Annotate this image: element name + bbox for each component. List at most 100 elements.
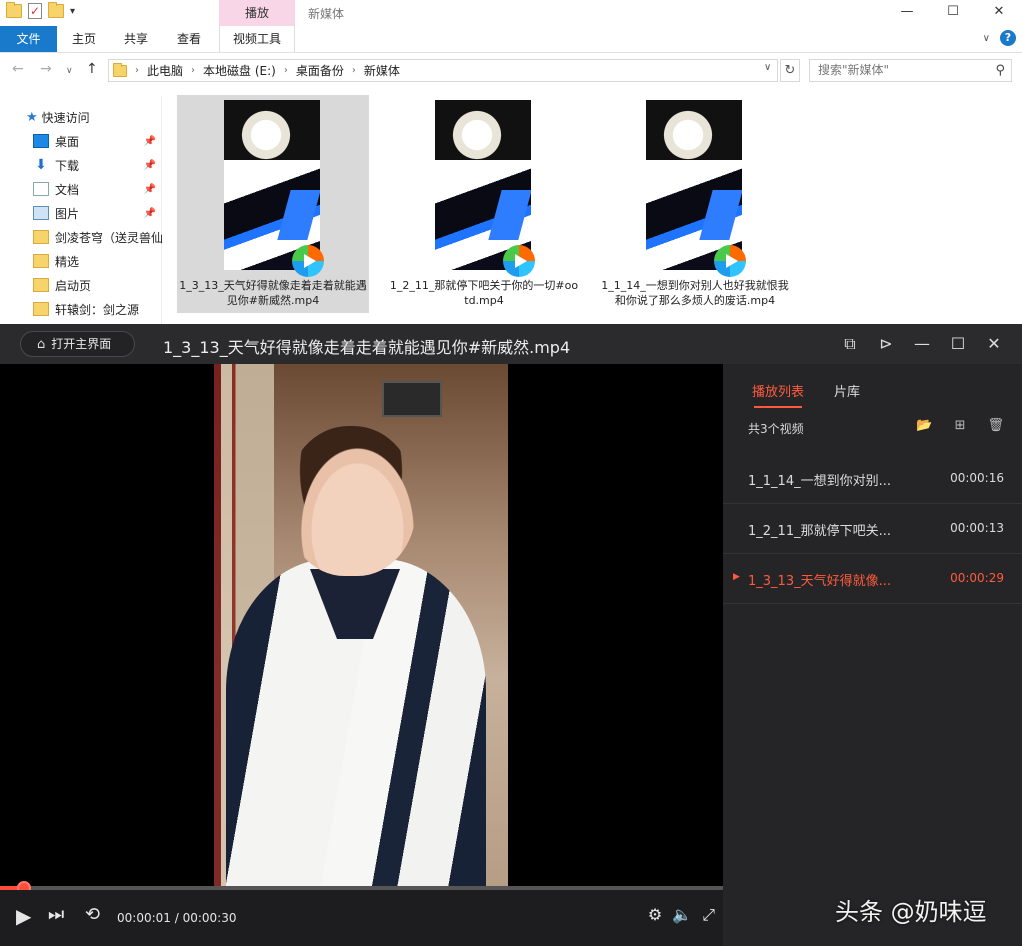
time-display: 00:00:01 / 00:00:30	[117, 911, 237, 925]
tab-home[interactable]: 主页	[64, 26, 104, 52]
playlist-item[interactable]: 1_1_14_一想到你对别... 00:00:16	[723, 454, 1022, 504]
maximize-icon[interactable]: ☐	[930, 0, 976, 24]
total-time: 00:00:30	[182, 911, 237, 925]
tab-view[interactable]: 查看	[169, 26, 209, 52]
tab-file[interactable]: 文件	[0, 26, 57, 52]
open-main-interface-button[interactable]: ⌂ 打开主界面	[20, 331, 135, 357]
folder-icon	[33, 302, 49, 316]
folder-icon	[33, 254, 49, 268]
breadcrumb-new-media[interactable]: 新媒体	[364, 62, 400, 79]
nav-item-label: 桌面	[55, 134, 80, 149]
breadcrumb-local-disk[interactable]: 本地磁盘 (E:)	[203, 62, 276, 79]
address-dropdown-icon[interactable]: ∨	[764, 62, 771, 73]
nav-item-folder[interactable]: 精选	[33, 250, 162, 272]
next-icon[interactable]: ⏭	[48, 904, 64, 925]
loop-mode-icon[interactable]: ⟲	[85, 904, 100, 925]
breadcrumb-separator-icon[interactable]: ›	[191, 65, 195, 76]
playlist-item[interactable]: 1_2_11_那就停下吧关... 00:00:13	[723, 504, 1022, 554]
folder-icon[interactable]	[6, 2, 22, 18]
nav-item-downloads[interactable]: ⬇ 下载 📌	[33, 154, 162, 176]
customize-toolbar-icon[interactable]: ▾	[70, 6, 75, 17]
play-icon[interactable]: ▶	[16, 904, 31, 928]
minimize-icon[interactable]: —	[884, 0, 930, 24]
playlist-item-name: 1_1_14_一想到你对别...	[748, 474, 891, 489]
video-player-window: ⌂ 打开主界面 1_3_13_天气好得就像走着走着就能遇见你#新威然.mp4 ⧉ …	[0, 324, 1022, 946]
video-player-badge-icon	[714, 245, 746, 277]
open-folder-icon[interactable]: 📂	[916, 418, 932, 433]
up-arrow-icon[interactable]: ↑	[86, 61, 98, 77]
playlist-item-name: 1_2_11_那就停下吧关...	[748, 524, 891, 539]
playback-controls: ▶ ⏭ ⟲ 00:00:01 / 00:00:30 ⚙ 🔈 ⤢	[0, 890, 723, 946]
ribbon-tabs: 文件 主页 共享 查看 视频工具 ∨ ?	[0, 26, 1022, 53]
close-icon[interactable]: ✕	[976, 324, 1012, 364]
pin-on-top-icon[interactable]: ⊳	[868, 324, 904, 364]
contextual-tab-play: 播放	[219, 0, 295, 26]
add-to-list-icon[interactable]: ⊞	[955, 418, 966, 433]
volume-icon[interactable]: 🔈	[672, 905, 692, 925]
video-count: 共3个视频	[748, 422, 804, 436]
expand-ribbon-icon[interactable]: ∨	[983, 33, 990, 44]
file-name: 1_3_13_天气好得就像走着走着就能遇见你#新威然.mp4	[179, 279, 367, 307]
desktop-icon	[33, 134, 49, 148]
tab-video-tools[interactable]: 视频工具	[219, 26, 295, 52]
trash-icon[interactable]: 🗑	[987, 418, 1004, 433]
nav-item-label: 启动页	[55, 278, 92, 293]
pin-icon[interactable]: 📌	[144, 160, 156, 171]
file-item[interactable]: 1_2_11_那就停下吧关于你的一切#ootd.mp4	[388, 95, 580, 313]
watermark: 头条 @奶味逗	[835, 898, 987, 926]
tab-library[interactable]: 片库	[834, 381, 860, 400]
minimize-icon[interactable]: —	[904, 324, 940, 364]
tab-share[interactable]: 共享	[116, 26, 156, 52]
fullscreen-icon[interactable]: ⤢	[702, 905, 715, 925]
player-titlebar: ⌂ 打开主界面 1_3_13_天气好得就像走着走着就能遇见你#新威然.mp4 ⧉ …	[0, 324, 1022, 364]
now-playing-icon: ▶	[733, 572, 740, 582]
breadcrumb-separator-icon[interactable]: ›	[352, 65, 356, 76]
breadcrumb-separator-icon[interactable]: ›	[135, 65, 139, 76]
settings-icon[interactable]: ⚙	[648, 905, 662, 925]
nav-item-pictures[interactable]: 图片 📌	[33, 202, 162, 224]
nav-item-documents[interactable]: 文档 📌	[33, 178, 162, 200]
star-icon: ★	[26, 109, 38, 125]
pin-icon[interactable]: 📌	[144, 208, 156, 219]
recent-locations-icon[interactable]: ∨	[66, 66, 73, 76]
home-icon: ⌂	[37, 337, 46, 352]
breadcrumb-separator-icon[interactable]: ›	[284, 65, 288, 76]
breadcrumb-this-pc[interactable]: 此电脑	[147, 62, 183, 79]
nav-item-label: 文档	[55, 182, 80, 197]
folder-icon	[113, 62, 127, 77]
download-icon: ⬇	[35, 157, 47, 173]
pin-icon[interactable]: 📌	[144, 136, 156, 147]
folder-icon	[33, 230, 49, 244]
player-title: 1_3_13_天气好得就像走着走着就能遇见你#新威然.mp4	[163, 338, 571, 357]
close-icon[interactable]: ✕	[976, 0, 1022, 24]
refresh-icon[interactable]: ↻	[780, 59, 800, 82]
address-bar[interactable]: › 此电脑 › 本地磁盘 (E:) › 桌面备份 › 新媒体	[108, 59, 778, 82]
nav-quick-access[interactable]: ★ 快速访问	[26, 106, 188, 128]
navigation-pane: ★ 快速访问 桌面 📌 ⬇ 下载 📌 文档 📌 图片 📌 剑凌苍穹（送灵兽仙 精…	[0, 96, 162, 325]
forward-arrow-icon[interactable]: →	[40, 61, 52, 77]
mini-mode-icon[interactable]: ⧉	[832, 324, 868, 364]
file-item[interactable]: 1_1_14_一想到你对别人也好我就恨我和你说了那么多烦人的废话.mp4	[599, 95, 791, 313]
help-icon[interactable]: ?	[1000, 30, 1016, 46]
nav-item-desktop[interactable]: 桌面 📌	[33, 130, 162, 152]
tab-playlist[interactable]: 播放列表	[752, 381, 804, 408]
playlist-item-name: 1_3_13_天气好得就像...	[748, 574, 891, 589]
nav-item-folder[interactable]: 启动页	[33, 274, 162, 296]
search-placeholder: 搜索"新媒体"	[818, 63, 890, 77]
breadcrumb-desktop-backup[interactable]: 桌面备份	[296, 62, 344, 79]
file-item[interactable]: 1_3_13_天气好得就像走着走着就能遇见你#新威然.mp4	[177, 95, 369, 313]
ribbon-right-controls: ∨ ?	[983, 30, 1016, 46]
nav-item-folder[interactable]: 剑凌苍穹（送灵兽仙	[33, 226, 162, 248]
video-area[interactable]	[0, 364, 723, 886]
playlist-item-current[interactable]: ▶ 1_3_13_天气好得就像... 00:00:29	[723, 554, 1022, 604]
new-folder-icon[interactable]	[48, 2, 64, 18]
properties-icon[interactable]: ✓	[28, 3, 42, 19]
search-input[interactable]: 搜索"新媒体" ⚲	[809, 59, 1012, 82]
back-arrow-icon[interactable]: ←	[12, 61, 24, 77]
playlist-item-duration: 00:00:13	[950, 521, 1004, 535]
search-icon[interactable]: ⚲	[995, 60, 1005, 81]
current-time: 00:00:01	[117, 911, 171, 925]
maximize-icon[interactable]: ☐	[940, 324, 976, 364]
pin-icon[interactable]: 📌	[144, 184, 156, 195]
nav-item-folder[interactable]: 轩辕剑：剑之源	[33, 298, 162, 320]
